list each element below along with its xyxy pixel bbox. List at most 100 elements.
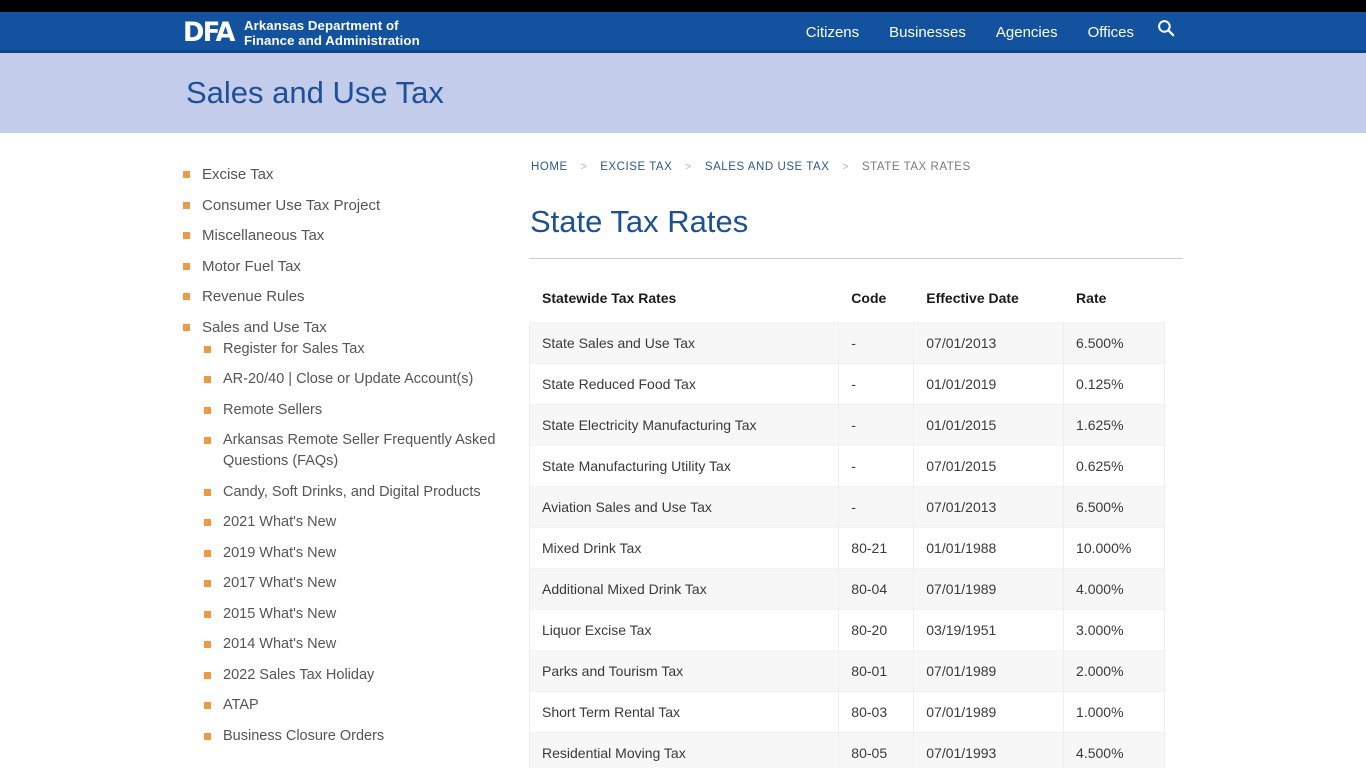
sidebar-item: Motor Fuel Tax [183, 256, 513, 277]
sidebar-subitem: Business Closure Orders [204, 726, 513, 747]
cell-effective-date: 07/01/2013 [913, 486, 1065, 528]
cell-tax-name: Parks and Tourism Tax [528, 650, 840, 692]
cell-code: - [838, 445, 915, 487]
sidebar-item-motor-fuel-tax[interactable]: Motor Fuel Tax [183, 256, 513, 277]
cell-effective-date: 07/01/1993 [913, 732, 1065, 768]
sidebar-subitem-candy-soft-drinks-and-digital-products[interactable]: Candy, Soft Drinks, and Digital Products [204, 482, 513, 503]
sidebar-item: Revenue Rules [183, 286, 513, 307]
cell-tax-name: Residential Moving Tax [528, 732, 840, 768]
cell-effective-date: 01/01/2015 [913, 404, 1065, 446]
sidebar-subitem: ATAP [204, 695, 513, 716]
table-row: Aviation Sales and Use Tax - 07/01/2013 … [528, 486, 1165, 528]
sidebar-subitem-2015-whats-new[interactable]: 2015 What's New [204, 604, 513, 625]
sidebar-subitem: Remote Sellers [204, 400, 513, 421]
banner-title: Sales and Use Tax [186, 75, 444, 110]
page-title: State Tax Rates [529, 204, 1183, 259]
sidebar-subitem-arkansas-remote-seller-faqs[interactable]: Arkansas Remote Seller Frequently Asked … [204, 430, 513, 472]
table-body: State Sales and Use Tax - 07/01/2013 6.5… [528, 322, 1165, 768]
search-button[interactable] [1149, 12, 1183, 53]
table-row: State Electricity Manufacturing Tax - 01… [528, 404, 1165, 446]
sidebar-subitem: 2015 What's New [204, 604, 513, 625]
table-row: Short Term Rental Tax 80-03 07/01/1989 1… [528, 691, 1165, 733]
breadcrumb-separator: > [580, 161, 588, 173]
cell-tax-name: Liquor Excise Tax [528, 609, 840, 651]
cell-code: 80-05 [838, 732, 915, 768]
sidebar-item-sales-and-use-tax[interactable]: Sales and Use Tax [183, 317, 513, 338]
sidebar-item-excise-tax[interactable]: Excise Tax [183, 164, 513, 185]
state-tax-rates-table: Statewide Tax Rates Code Effective Date … [528, 281, 1165, 768]
dfa-logo-wordmark: Arkansas Department of Finance and Admin… [244, 18, 420, 48]
table-header-row: Statewide Tax Rates Code Effective Date … [530, 281, 1165, 323]
sidebar-subitem-register-for-sales-tax[interactable]: Register for Sales Tax [204, 339, 513, 360]
cell-tax-name: Aviation Sales and Use Tax [528, 486, 840, 528]
sidebar-subitem: AR-20/40 | Close or Update Account(s) [204, 369, 513, 390]
page-body: Excise Tax Consumer Use Tax Project Misc… [183, 133, 1183, 768]
cell-effective-date: 03/19/1951 [913, 609, 1065, 651]
sidebar: Excise Tax Consumer Use Tax Project Misc… [183, 161, 513, 768]
sidebar-subitem-2022-sales-tax-holiday[interactable]: 2022 Sales Tax Holiday [204, 665, 513, 686]
sidebar-subnav: Register for Sales Tax AR-20/40 | Close … [183, 338, 513, 747]
cell-rate: 4.500% [1063, 732, 1165, 768]
cell-rate: 0.625% [1063, 445, 1165, 487]
dfa-logo-line1: Arkansas Department of [243, 18, 399, 33]
cell-code: 80-21 [838, 527, 915, 569]
breadcrumb-separator: > [842, 161, 850, 173]
table-row: Mixed Drink Tax 80-21 01/01/1988 10.000% [528, 527, 1165, 569]
sidebar-item-miscellaneous-tax[interactable]: Miscellaneous Tax [183, 225, 513, 246]
table-row: State Manufacturing Utility Tax - 07/01/… [528, 445, 1165, 487]
sidebar-subitem: 2022 Sales Tax Holiday [204, 665, 513, 686]
nav-item-businesses[interactable]: Businesses [874, 12, 981, 53]
sidebar-subitem-2017-whats-new[interactable]: 2017 What's New [204, 573, 513, 594]
nav-item-offices[interactable]: Offices [1073, 12, 1149, 53]
cell-rate: 6.500% [1063, 486, 1165, 528]
nav-item-citizens[interactable]: Citizens [791, 12, 874, 53]
cell-effective-date: 07/01/1989 [913, 650, 1065, 692]
sidebar-subitem-2014-whats-new[interactable]: 2014 What's New [204, 634, 513, 655]
sidebar-subitem-2021-whats-new[interactable]: 2021 What's New [204, 512, 513, 533]
cell-rate: 2.000% [1063, 650, 1165, 692]
column-header-statewide-tax-rates: Statewide Tax Rates [542, 290, 677, 306]
column-header-rate: Rate [1076, 290, 1107, 306]
cell-tax-name: Mixed Drink Tax [528, 527, 840, 569]
cell-code: 80-20 [838, 609, 915, 651]
table-row: State Sales and Use Tax - 07/01/2013 6.5… [528, 322, 1165, 364]
sidebar-item-consumer-use-tax-project[interactable]: Consumer Use Tax Project [183, 195, 513, 216]
cell-tax-name: State Electricity Manufacturing Tax [528, 404, 840, 446]
sidebar-subitem-ar-20-40-close-or-update-accounts[interactable]: AR-20/40 | Close or Update Account(s) [204, 369, 513, 390]
sidebar-subitem: Register for Sales Tax [204, 339, 513, 360]
sidebar-item-revenue-rules[interactable]: Revenue Rules [183, 286, 513, 307]
breadcrumb-item-sales-and-use-tax[interactable]: SALES AND USE TAX [705, 161, 830, 173]
dfa-logo[interactable]: DFA Arkansas Department of Finance and A… [183, 13, 420, 53]
cell-code: 80-03 [838, 691, 915, 733]
sidebar-subitem-remote-sellers[interactable]: Remote Sellers [204, 400, 513, 421]
cell-effective-date: 01/01/1988 [913, 527, 1065, 569]
cell-rate: 10.000% [1063, 527, 1165, 569]
sidebar-nav: Excise Tax Consumer Use Tax Project Misc… [183, 164, 513, 747]
breadcrumb-separator: > [685, 161, 693, 173]
nav-item-agencies[interactable]: Agencies [981, 12, 1073, 53]
cell-code: - [838, 404, 915, 446]
sidebar-subitem-business-closure-orders[interactable]: Business Closure Orders [204, 726, 513, 747]
breadcrumb-item-home[interactable]: HOME [531, 161, 568, 173]
sidebar-subitem: 2019 What's New [204, 543, 513, 564]
sidebar-subitem-2019-whats-new[interactable]: 2019 What's New [204, 543, 513, 564]
cell-code: 80-01 [838, 650, 915, 692]
cell-code: - [838, 486, 915, 528]
table-row: Parks and Tourism Tax 80-01 07/01/1989 2… [528, 650, 1165, 692]
cell-tax-name: Additional Mixed Drink Tax [528, 568, 840, 610]
top-black-strip [0, 0, 1366, 12]
breadcrumb-item-excise-tax[interactable]: EXCISE TAX [600, 161, 672, 173]
cell-tax-name: State Reduced Food Tax [528, 363, 840, 405]
breadcrumb-item-state-tax-rates: STATE TAX RATES [861, 161, 971, 173]
search-icon [1157, 12, 1175, 53]
cell-rate: 1.625% [1063, 404, 1165, 446]
table-head: Statewide Tax Rates Code Effective Date … [530, 281, 1165, 323]
sidebar-subitem: 2017 What's New [204, 573, 513, 594]
sidebar-item: Excise Tax [183, 164, 513, 185]
table-row: Additional Mixed Drink Tax 80-04 07/01/1… [528, 568, 1165, 610]
sidebar-subitem: Candy, Soft Drinks, and Digital Products [204, 482, 513, 503]
sidebar-subitem-atap[interactable]: ATAP [204, 695, 513, 716]
dfa-logo-line2: Finance and Administration [243, 33, 420, 48]
cell-rate: 3.000% [1063, 609, 1165, 651]
main-content: HOME > EXCISE TAX > SALES AND USE TAX > … [513, 161, 1183, 768]
